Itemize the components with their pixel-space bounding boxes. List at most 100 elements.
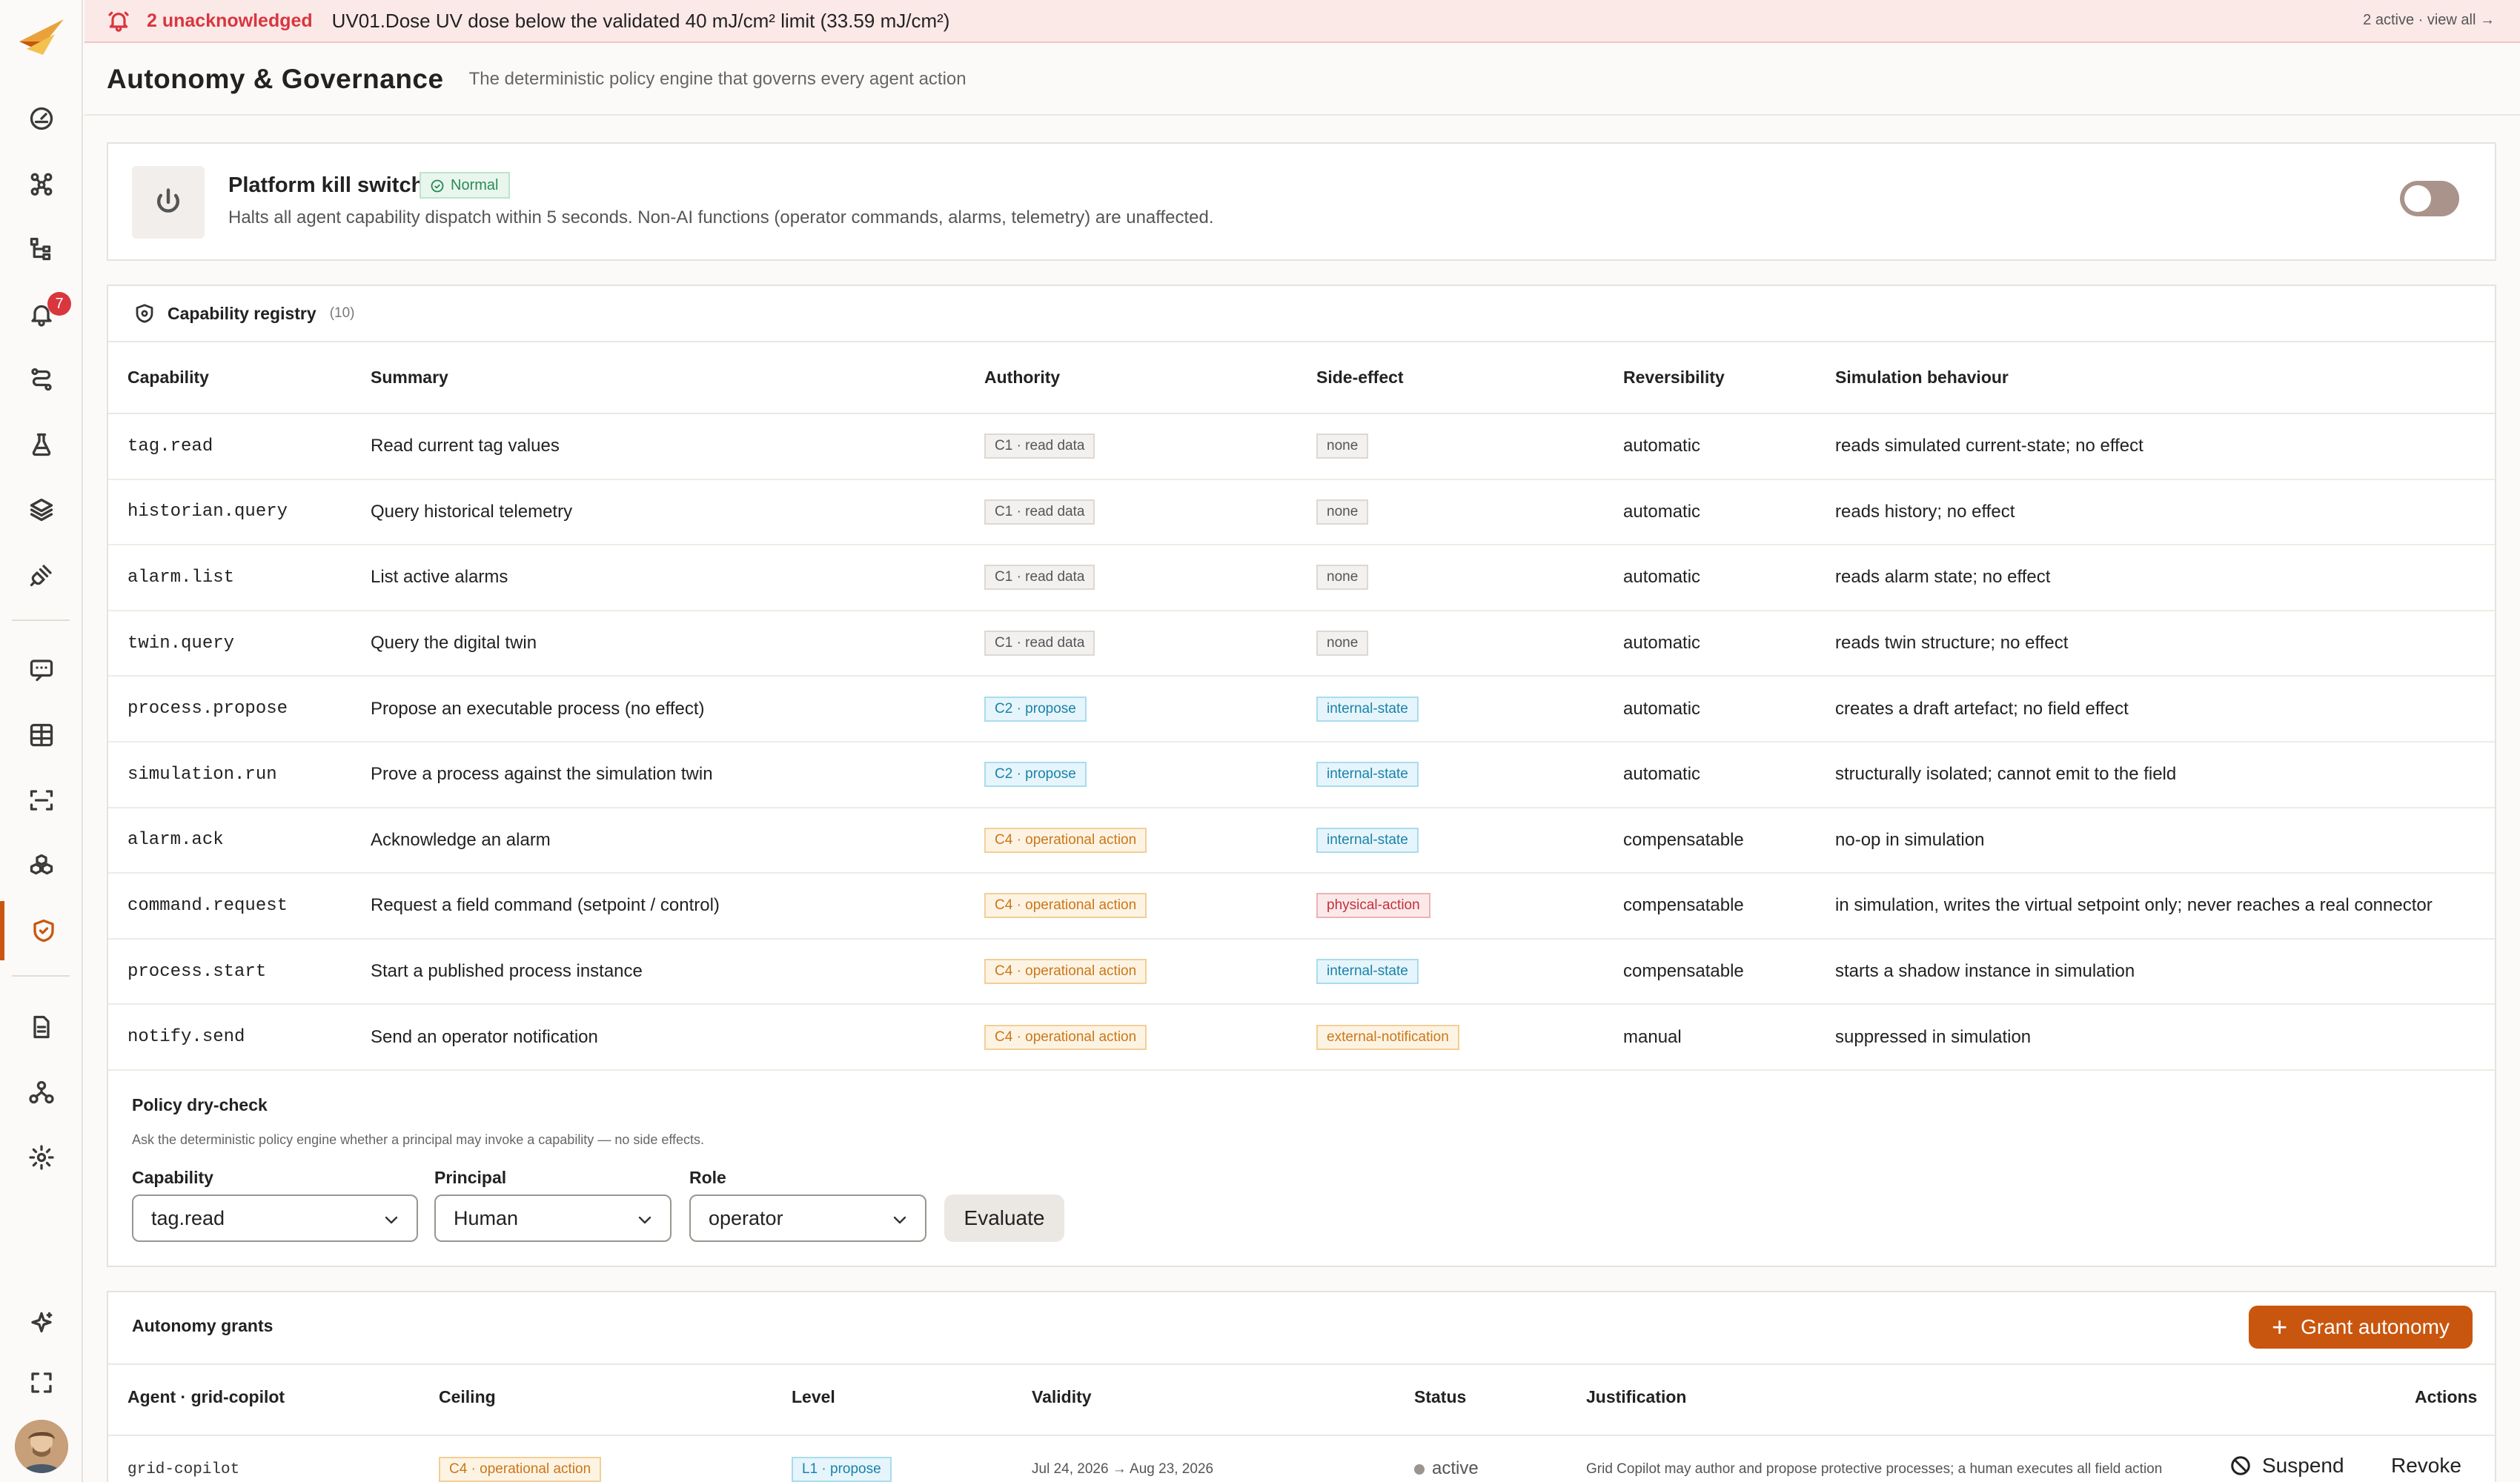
view-all-alarms-link[interactable]: 2 active · view all → [2363, 12, 2495, 29]
capability-summary: Propose an executable process (no effect… [371, 676, 984, 742]
nav-organization[interactable] [0, 1063, 83, 1122]
nav-alarms[interactable]: 7 [0, 285, 83, 344]
reversibility: compensatable [1623, 807, 1835, 874]
nav-governance[interactable] [0, 901, 83, 960]
side-effect-pill: internal-state [1316, 959, 1419, 985]
toggle-knob [2404, 185, 2431, 212]
authority-cell: C2 · propose [984, 676, 1316, 742]
revoke-button[interactable]: Revoke [2391, 1454, 2461, 1478]
table-row[interactable]: notify.send Send an operator notification… [108, 1004, 2495, 1071]
grant-autonomy-button[interactable]: + Grant autonomy [2249, 1306, 2473, 1349]
org-chart-icon [29, 1080, 54, 1104]
table-row[interactable]: process.propose Propose an executable pro… [108, 676, 2495, 742]
user-avatar[interactable] [15, 1420, 68, 1473]
table-row[interactable]: alarm.ack Acknowledge an alarm C4 · operat… [108, 807, 2495, 874]
status-dot [1414, 1463, 1425, 1475]
side-effect-cell: external-notification [1316, 1004, 1623, 1071]
table-row[interactable]: process.start Start a published process i… [108, 938, 2495, 1006]
grants-title: Autonomy grants [132, 1316, 273, 1335]
nav-documents[interactable] [0, 997, 83, 1057]
app-logo[interactable] [16, 16, 67, 61]
column-header[interactable]: Reversibility [1623, 342, 1835, 414]
evaluate-button[interactable]: Evaluate [944, 1194, 1064, 1242]
principal-select[interactable]: Human [434, 1194, 672, 1242]
capability-summary: Start a published process instance [371, 938, 984, 1006]
simulation-behaviour: structurally isolated; cannot emit to th… [1835, 741, 2495, 808]
table-grid-icon [30, 723, 53, 747]
simulation-behaviour: reads alarm state; no effect [1835, 545, 2495, 611]
nav-models[interactable] [0, 836, 83, 895]
workflow-route-icon [31, 368, 52, 391]
nav-tables[interactable] [0, 705, 83, 765]
table-row[interactable]: twin.query Query the digital twin C1 · rea… [108, 610, 2495, 677]
column-header: Validity [1032, 1387, 1092, 1406]
status-label: Normal [451, 177, 499, 193]
nav-layers[interactable] [0, 480, 83, 539]
column-header: Agent · grid-copilot [127, 1387, 285, 1406]
authority-cell: C1 · read data [984, 545, 1316, 611]
suspend-button[interactable]: Suspend [2229, 1454, 2344, 1478]
sidebar: 7 [0, 0, 83, 1482]
authority-pill: C4 · operational action [984, 1024, 1147, 1050]
registry-title: Capability registry [168, 303, 316, 323]
capability-select[interactable]: tag.read [132, 1194, 418, 1242]
capability-id: historian.query [108, 479, 371, 546]
column-header[interactable]: Authority [984, 342, 1316, 414]
nav-fullscreen[interactable] [0, 1353, 83, 1412]
authority-cell: C2 · propose [984, 741, 1316, 808]
authority-pill: C1 · read data [984, 433, 1095, 459]
alarm-count-badge: 7 [47, 292, 71, 316]
nav-workflows[interactable] [0, 350, 83, 409]
capability-id: notify.send [108, 1004, 371, 1071]
nav-connectors[interactable] [0, 545, 83, 605]
grant-ceiling: C4 · operational action [439, 1457, 602, 1482]
nodes-graph-icon [30, 173, 53, 196]
nav-scan[interactable] [0, 771, 83, 830]
cubes-icon [30, 854, 53, 875]
plus-icon: + [2272, 1312, 2288, 1342]
divider [108, 1435, 2495, 1436]
column-header[interactable]: Capability [108, 342, 371, 414]
scan-icon [30, 790, 53, 811]
table-row[interactable]: command.request Request a field command (… [108, 873, 2495, 940]
column-header[interactable]: Simulation behaviour [1835, 342, 2495, 414]
authority-pill: C1 · read data [984, 499, 1095, 525]
side-effect-pill: physical-action [1316, 893, 1430, 919]
column-header[interactable]: Side-effect [1316, 342, 1623, 414]
power-icon [132, 166, 205, 239]
capability-summary: Query the digital twin [371, 610, 984, 677]
flask-icon [32, 433, 51, 456]
capability-registry-card: Capability registry (10) Capability Summ… [107, 285, 2496, 1267]
table-row[interactable]: tag.read Read current tag values C1 · read… [108, 413, 2495, 480]
grant-level: L1 · propose [792, 1457, 892, 1482]
column-header: Actions [2415, 1387, 2478, 1406]
table-row[interactable]: historian.query Query historical telemetr… [108, 479, 2495, 546]
capability-summary: Read current tag values [371, 413, 984, 480]
table-row[interactable]: simulation.run Prove a process against th… [108, 741, 2495, 808]
capability-table: Capability Summary Authority Side-effect… [108, 342, 2495, 1071]
simulation-behaviour: reads simulated current-state; no effect [1835, 413, 2495, 480]
kill-switch-description: Halts all agent capability dispatch with… [228, 207, 1214, 227]
dry-check-title: Policy dry-check [132, 1095, 268, 1114]
side-effect-cell: internal-state [1316, 676, 1623, 742]
authority-cell: C4 · operational action [984, 873, 1316, 940]
nav-lab[interactable] [0, 415, 83, 474]
nav-settings[interactable] [0, 1128, 83, 1187]
column-header[interactable]: Summary [371, 342, 984, 414]
kill-switch-toggle[interactable] [2400, 181, 2459, 216]
nav-graph[interactable] [0, 154, 83, 213]
nav-hierarchy[interactable] [0, 219, 83, 279]
registry-count: (10) [329, 305, 355, 321]
dry-check-subtitle: Ask the deterministic policy engine whet… [132, 1132, 705, 1147]
table-row[interactable]: alarm.list List active alarms C1 · read da… [108, 545, 2495, 611]
nav-chat[interactable] [0, 640, 83, 700]
alarm-banner[interactable]: 2 unacknowledged UV01.Dose UV dose below… [84, 0, 2520, 43]
nav-ai-assistant[interactable] [0, 1294, 83, 1353]
nav-dashboard[interactable] [0, 89, 83, 148]
authority-cell: C4 · operational action [984, 1004, 1316, 1071]
role-select[interactable]: operator [689, 1194, 926, 1242]
side-effect-cell: internal-state [1316, 807, 1623, 874]
column-header: Level [792, 1387, 835, 1406]
authority-pill: C1 · read data [984, 631, 1095, 657]
layers-icon [30, 498, 53, 522]
